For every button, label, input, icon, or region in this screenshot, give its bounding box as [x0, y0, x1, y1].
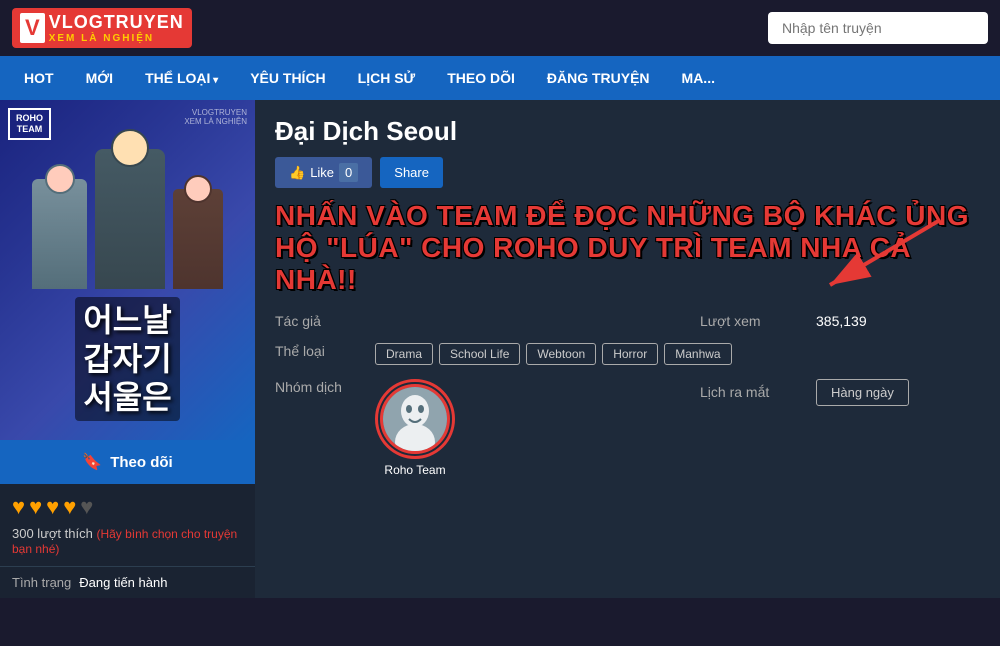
nav-lich-su[interactable]: LỊCH SỬ: [342, 56, 432, 100]
nav-theo-doi[interactable]: THEO DÕI: [431, 56, 531, 100]
like-label: Like: [310, 165, 334, 180]
logo-box: V VLOGTRUYEN XEM LÀ NGHIỆN: [12, 8, 192, 48]
cover-watermark: VLOGTRUYENXEM LÀ NGHIỆN: [184, 108, 247, 126]
cover-text-kr: 어느날갑자기서울은: [83, 301, 171, 416]
nav-moi[interactable]: MỚI: [70, 56, 130, 100]
rating-count-text: 300 lượt thích: [12, 526, 93, 541]
tac-gia-label: Tác giả: [275, 313, 375, 329]
daily-button[interactable]: Hàng ngày: [816, 379, 909, 406]
tag-drama[interactable]: Drama: [375, 343, 433, 365]
group-circle-border: [375, 379, 455, 459]
heart-4[interactable]: ♥: [63, 494, 76, 520]
nav-ma[interactable]: MA...: [666, 56, 731, 100]
info-row-the-loai: Thể loại Drama School Life Webtoon Horro…: [275, 343, 980, 365]
luot-xem-label: Lượt xem: [700, 313, 800, 329]
navigation: HOT MỚI THỂ LOẠI YÊU THÍCH LỊCH SỬ THEO …: [0, 56, 1000, 100]
like-count: 0: [339, 163, 358, 182]
logo-title: VLOGTRUYEN: [49, 12, 184, 33]
nav-yeu-thich[interactable]: YÊU THÍCH: [234, 56, 341, 100]
tag-horror[interactable]: Horror: [602, 343, 658, 365]
status-value: Đang tiến hành: [79, 575, 167, 590]
lich-ra-mat-label: Lịch ra mắt: [700, 384, 800, 400]
red-arrow-svg: [800, 210, 960, 300]
follow-label: Theo dõi: [110, 454, 173, 471]
manga-area: ROHO TEAM VLOGTRUYENXEM LÀ NGHIỆN: [0, 100, 1000, 598]
the-loai-label: Thể loại: [275, 343, 375, 359]
badge-line2: TEAM: [16, 124, 43, 135]
banner-area: NHẤN VÀO TEAM ĐỂ ĐỌC NHỮNG BỘ KHÁC ỦNG H…: [275, 200, 980, 297]
heart-2[interactable]: ♥: [29, 494, 42, 520]
info-row-nhom-dich: Nhóm dịch: [275, 379, 980, 477]
logo-v: V: [20, 13, 45, 43]
like-button[interactable]: 👍 Like 0: [275, 157, 372, 188]
heart-5-empty[interactable]: ♥: [80, 494, 93, 520]
group-name: Roho Team: [384, 463, 445, 477]
hearts-rating[interactable]: ♥ ♥ ♥ ♥ ♥: [12, 494, 243, 520]
nav-the-loai[interactable]: THỂ LOẠI: [129, 56, 234, 100]
luot-xem-value: 385,139: [816, 313, 867, 329]
logo[interactable]: V VLOGTRUYEN XEM LÀ NGHIỆN: [12, 8, 192, 48]
main-content: ROHO TEAM VLOGTRUYENXEM LÀ NGHIỆN: [0, 100, 1000, 598]
tag-manhwa[interactable]: Manhwa: [664, 343, 731, 365]
follow-button[interactable]: 🔖 Theo dõi: [0, 440, 255, 484]
cover-image: ROHO TEAM VLOGTRUYENXEM LÀ NGHIỆN: [0, 100, 255, 440]
right-panel: Đại Dịch Seoul 👍 Like 0 Share NHẤN VÀO T…: [255, 100, 1000, 598]
heart-3[interactable]: ♥: [46, 494, 59, 520]
like-icon: 👍: [289, 165, 305, 181]
search-input[interactable]: [768, 12, 988, 44]
share-button[interactable]: Share: [380, 157, 443, 188]
nhom-dich-label: Nhóm dịch: [275, 379, 375, 395]
cover-placeholder: ROHO TEAM VLOGTRUYENXEM LÀ NGHIỆN: [0, 100, 255, 440]
bookmark-icon: 🔖: [82, 452, 102, 472]
info-row-tac-gia: Tác giả Lượt xem 385,139: [275, 313, 980, 329]
lich-ra-mat-container: Lịch ra mắt Hàng ngày: [700, 379, 980, 406]
logo-text: VLOGTRUYEN XEM LÀ NGHIỆN: [49, 12, 184, 44]
status-row: Tình trạng Đang tiến hành: [12, 575, 243, 590]
tags-container: Drama School Life Webtoon Horror Manhwa: [375, 343, 732, 365]
manga-title: Đại Dịch Seoul: [275, 116, 980, 147]
cover-badge: ROHO TEAM: [8, 108, 51, 140]
status-area: Tình trạng Đang tiến hành: [0, 566, 255, 598]
group-avatar[interactable]: [380, 384, 450, 454]
rating-count: 300 lượt thích (Hãy bình chọn cho truyện…: [12, 526, 243, 556]
tag-webtoon[interactable]: Webtoon: [526, 343, 596, 365]
group-container: Roho Team: [375, 379, 455, 477]
avatar-svg: [383, 387, 447, 451]
status-label: Tình trạng: [12, 575, 71, 590]
info-table: Tác giả Lượt xem 385,139 Thể loại Drama …: [275, 313, 980, 477]
nav-hot[interactable]: HOT: [8, 56, 70, 100]
header: V VLOGTRUYEN XEM LÀ NGHIỆN: [0, 0, 1000, 56]
rating-area: ♥ ♥ ♥ ♥ ♥ 300 lượt thích (Hãy bình chọn …: [0, 484, 255, 566]
action-buttons: 👍 Like 0 Share: [275, 157, 980, 188]
left-panel: ROHO TEAM VLOGTRUYENXEM LÀ NGHIỆN: [0, 100, 255, 598]
nav-dang-truyen[interactable]: ĐĂNG TRUYỆN: [531, 56, 666, 100]
heart-1[interactable]: ♥: [12, 494, 25, 520]
luot-xem-container: Lượt xem 385,139: [700, 313, 980, 329]
group-item-roho: Roho Team: [375, 379, 455, 477]
tag-school-life[interactable]: School Life: [439, 343, 520, 365]
badge-line1: ROHO: [16, 113, 43, 124]
logo-sub: XEM LÀ NGHIỆN: [49, 33, 184, 44]
